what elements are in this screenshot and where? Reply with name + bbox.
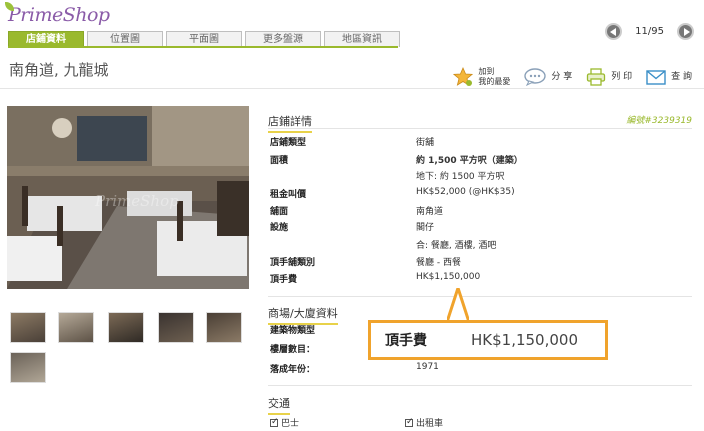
mail-icon [646, 69, 666, 85]
detail-row: 頂手費 HK$1,150,000 [270, 272, 481, 285]
printer-icon [586, 68, 606, 86]
print-label: 列 印 [611, 71, 633, 82]
callout-pointer [447, 288, 469, 324]
star-icon [453, 67, 474, 87]
logo-text: PrimeShop [8, 4, 110, 26]
inquire-label: 查 詢 [671, 71, 692, 82]
detail-row: 落成年份： 1971 [270, 362, 439, 375]
thumbnail-5[interactable] [206, 312, 242, 343]
pager: 11/95 [605, 23, 694, 40]
transfer-fee-callout: 頂手費 HK$1,150,000 [368, 320, 608, 360]
tab-floor-plan[interactable]: 平面圖 [166, 31, 242, 47]
tab-location-map[interactable]: 位置圖 [87, 31, 163, 47]
share-button[interactable]: 分 享 [524, 68, 572, 86]
photo-watermark: PrimeShop [95, 192, 179, 210]
main-photo[interactable]: PrimeShop [7, 106, 249, 289]
tab-bar: 店鋪資料 位置圖 平面圖 更多盤源 地區資訊 [8, 31, 403, 47]
transport-bus-checkbox[interactable]: 巴士 [270, 416, 299, 429]
share-icon [524, 68, 547, 86]
thumbnail-1[interactable] [10, 312, 46, 343]
section-divider [268, 296, 692, 297]
favorite-label: 加到 我的最愛 [478, 67, 511, 86]
page-title-address: 南角道, 九龍城 [9, 61, 109, 79]
page-counter: 11/95 [635, 26, 664, 37]
section-divider [268, 385, 692, 386]
action-bar: 加到 我的最愛 分 享 列 印 查 詢 [439, 67, 692, 87]
detail-row: 合: 餐廳, 酒樓, 酒吧 [416, 241, 497, 251]
thumbnail-2[interactable] [58, 312, 94, 343]
section-title-building-info: 商場/大廈資料 [268, 305, 338, 325]
detail-row: 面積約 1,500 平方呎（建築） [270, 156, 523, 166]
thumbnail-4[interactable] [158, 312, 194, 343]
next-arrow-icon[interactable] [677, 23, 694, 40]
tab-more-listings[interactable]: 更多盤源 [245, 31, 321, 47]
section-title-transport: 交通 [268, 395, 290, 415]
transport-taxi-checkbox[interactable]: 出租車 [405, 416, 443, 429]
section-title-shop-details: 店鋪詳情 [268, 113, 312, 133]
share-label: 分 享 [551, 71, 573, 82]
detail-row: 店鋪類型 街舖 [270, 138, 435, 148]
tab-shop-info[interactable]: 店鋪資料 [8, 31, 84, 47]
inquire-button[interactable]: 查 詢 [646, 69, 692, 85]
detail-row: 舖面 南角道 [270, 207, 444, 217]
reference-number: 編號#3239319 [626, 116, 692, 126]
detail-row: 租金叫價 HK$52,000 (@HK$35) [270, 187, 515, 200]
header-divider [0, 88, 704, 89]
checkbox-icon [405, 417, 414, 427]
add-favorite-button[interactable]: 加到 我的最愛 [453, 67, 510, 87]
thumbnail-6[interactable] [10, 352, 46, 383]
detail-row: 設施 閣仔 [270, 223, 435, 233]
detail-row: 頂手舖類別 餐廳 - 西餐 [270, 258, 461, 268]
print-button[interactable]: 列 印 [586, 68, 632, 86]
prev-arrow-icon[interactable] [605, 23, 623, 40]
tab-district-info[interactable]: 地區資訊 [324, 31, 400, 47]
checkbox-icon [270, 417, 279, 427]
tab-underline [8, 46, 398, 48]
callout-label: 頂手費 [385, 333, 427, 349]
detail-row: 地下: 約 1500 平方呎 [416, 172, 505, 182]
primeshop-logo[interactable]: PrimeShop [5, 2, 110, 26]
section-divider [268, 128, 692, 129]
thumbnail-3[interactable] [108, 312, 144, 343]
callout-value: HK$1,150,000 [471, 331, 578, 349]
